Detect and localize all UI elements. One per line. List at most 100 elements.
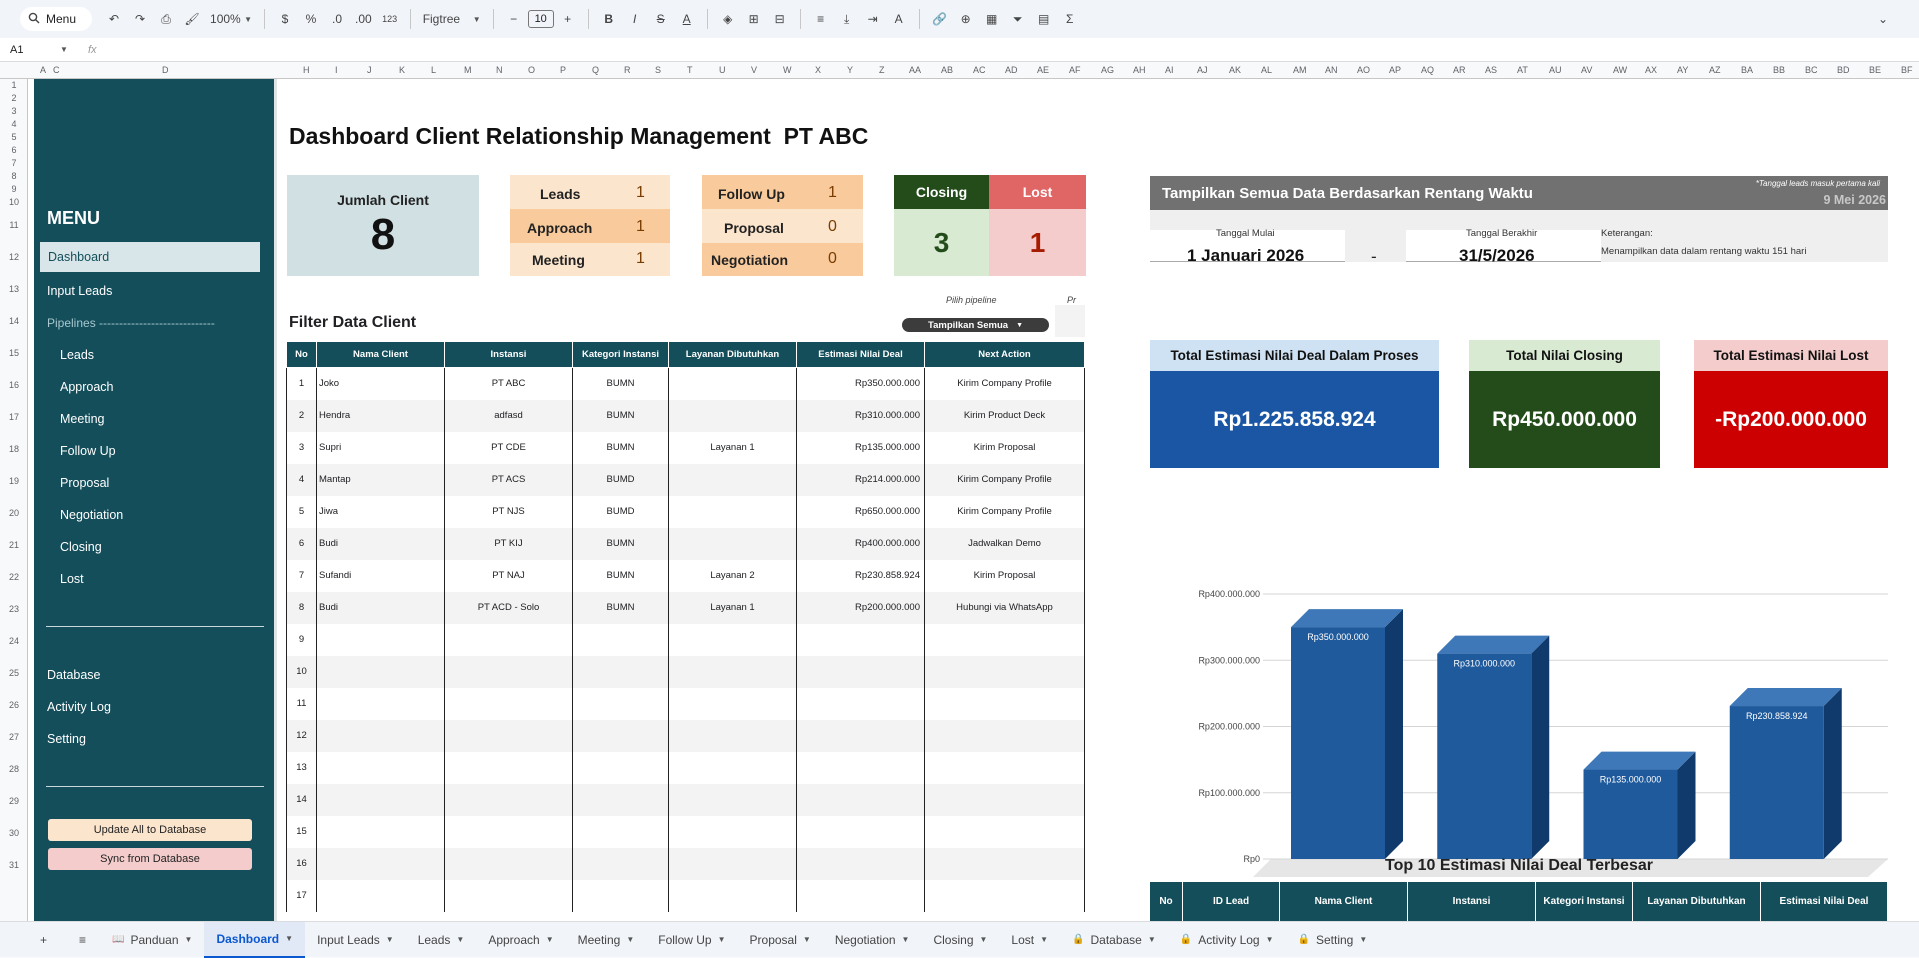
column-header[interactable]: Q (592, 65, 599, 75)
chevron-down-icon[interactable]: ▼ (1266, 935, 1274, 944)
bold-icon[interactable]: B (597, 6, 621, 32)
row-header[interactable]: 29 (0, 796, 28, 806)
row-header[interactable]: 6 (0, 145, 28, 155)
column-header[interactable]: AK (1229, 65, 1241, 75)
table-cell[interactable] (796, 815, 925, 848)
table-cell[interactable] (444, 847, 573, 880)
table-cell[interactable] (668, 623, 797, 656)
sidebar-item-leads[interactable]: Leads (60, 348, 94, 362)
column-header[interactable]: AP (1389, 65, 1401, 75)
row-header[interactable]: 3 (0, 106, 28, 116)
freeze-line[interactable] (274, 79, 277, 921)
sidebar-item-follow-up[interactable]: Follow Up (60, 444, 116, 458)
chevron-down-icon[interactable]: ▼ (1148, 935, 1156, 944)
table-cell[interactable]: 2 (286, 399, 317, 432)
table-row[interactable]: 13 (286, 751, 1085, 784)
row-header[interactable]: 28 (0, 764, 28, 774)
table-cell[interactable]: Rp350.000.000 (796, 367, 925, 400)
table-cell[interactable]: Jadwalkan Demo (924, 527, 1085, 560)
filter-views-icon[interactable]: ▤ (1032, 6, 1056, 32)
column-header[interactable]: AI (1165, 65, 1174, 75)
table-cell[interactable]: PT ACS (444, 463, 573, 496)
table-cell[interactable]: Rp310.000.000 (796, 399, 925, 432)
table-cell[interactable]: PT NAJ (444, 559, 573, 592)
pipeline-dropdown[interactable]: Tampilkan Semua ▼ (902, 318, 1049, 332)
table-row[interactable]: 4 Mantap PT ACS BUMD Rp214.000.000 Kirim Comp… (286, 463, 1085, 496)
column-header[interactable]: AN (1325, 65, 1338, 75)
table-cell[interactable]: 17 (286, 879, 317, 912)
table-cell[interactable]: Kirim Company Profile (924, 367, 1085, 400)
table-cell[interactable] (924, 687, 1085, 720)
table-cell[interactable]: Jiwa (316, 495, 445, 528)
sidebar-item-input-leads[interactable]: Input Leads (47, 284, 112, 298)
table-cell[interactable] (572, 751, 669, 784)
row-header[interactable]: 12 (0, 252, 28, 262)
table-cell[interactable] (668, 847, 797, 880)
chevron-down-icon[interactable]: ▼ (1040, 935, 1048, 944)
table-cell[interactable]: Rp400.000.000 (796, 527, 925, 560)
table-cell[interactable]: PT ABC (444, 367, 573, 400)
column-header[interactable]: AZ (1709, 65, 1721, 75)
table-cell[interactable]: Budi (316, 527, 445, 560)
redo-icon[interactable]: ↷ (128, 6, 152, 32)
table-cell[interactable] (668, 815, 797, 848)
table-cell[interactable] (668, 495, 797, 528)
table-cell[interactable]: Hendra (316, 399, 445, 432)
strikethrough-icon[interactable]: S (649, 6, 673, 32)
table-cell[interactable] (316, 623, 445, 656)
column-header[interactable]: L (431, 65, 436, 75)
chevron-down-icon[interactable]: ▼ (185, 935, 193, 944)
filter-cell[interactable] (1055, 305, 1085, 337)
column-header[interactable]: AO (1357, 65, 1370, 75)
sidebar-item-proposal[interactable]: Proposal (60, 476, 109, 490)
table-cell[interactable] (316, 687, 445, 720)
table-cell[interactable] (668, 879, 797, 912)
table-cell[interactable]: Kirim Company Profile (924, 495, 1085, 528)
column-header[interactable]: AC (973, 65, 986, 75)
table-cell[interactable] (572, 719, 669, 752)
sidebar-item-setting[interactable]: Setting (47, 732, 86, 746)
sidebar-item-closing[interactable]: Closing (60, 540, 102, 554)
table-cell[interactable] (572, 815, 669, 848)
decrease-decimal-button[interactable]: .0 (325, 6, 349, 32)
sidebar-item-database[interactable]: Database (47, 668, 101, 682)
tab-negotiation[interactable]: Negotiation ▼ (823, 922, 922, 958)
chevron-down-icon[interactable]: ▼ (386, 935, 394, 944)
column-header[interactable]: AU (1549, 65, 1562, 75)
table-cell[interactable]: BUMD (572, 495, 669, 528)
table-row[interactable]: 16 (286, 847, 1085, 880)
table-cell[interactable]: PT KIJ (444, 527, 573, 560)
chevron-down-icon[interactable]: ▼ (1359, 935, 1367, 944)
table-cell[interactable] (316, 815, 445, 848)
tab-activity-log[interactable]: 🔒 Activity Log ▼ (1168, 922, 1286, 958)
tab-lost[interactable]: Lost ▼ (999, 922, 1060, 958)
table-cell[interactable] (316, 847, 445, 880)
table-cell[interactable]: Kirim Product Deck (924, 399, 1085, 432)
column-header[interactable]: AM (1293, 65, 1307, 75)
column-header[interactable]: AH (1133, 65, 1146, 75)
tab-meeting[interactable]: Meeting ▼ (566, 922, 647, 958)
row-header[interactable]: 2 (0, 93, 28, 103)
table-cell[interactable] (572, 847, 669, 880)
table-cell[interactable] (444, 815, 573, 848)
tab-database[interactable]: 🔒 Database ▼ (1060, 922, 1168, 958)
table-cell[interactable]: 16 (286, 847, 317, 880)
table-cell[interactable]: Rp214.000.000 (796, 463, 925, 496)
row-header[interactable]: 5 (0, 132, 28, 142)
table-cell[interactable] (668, 527, 797, 560)
table-cell[interactable]: 8 (286, 591, 317, 624)
table-cell[interactable] (796, 879, 925, 912)
print-icon[interactable]: ⎙ (154, 6, 178, 32)
cell-reference[interactable]: A1 (10, 44, 23, 56)
row-header[interactable]: 4 (0, 119, 28, 129)
column-header[interactable]: AT (1517, 65, 1528, 75)
table-row[interactable]: 11 (286, 687, 1085, 720)
borders-icon[interactable]: ⊞ (742, 6, 766, 32)
table-cell[interactable] (444, 879, 573, 912)
table-cell[interactable] (444, 719, 573, 752)
table-cell[interactable]: BUMN (572, 431, 669, 464)
filter-icon[interactable]: ⏷ (1006, 6, 1030, 32)
table-row[interactable]: 15 (286, 815, 1085, 848)
column-header[interactable]: N (496, 65, 503, 75)
tab-closing[interactable]: Closing ▼ (921, 922, 999, 958)
